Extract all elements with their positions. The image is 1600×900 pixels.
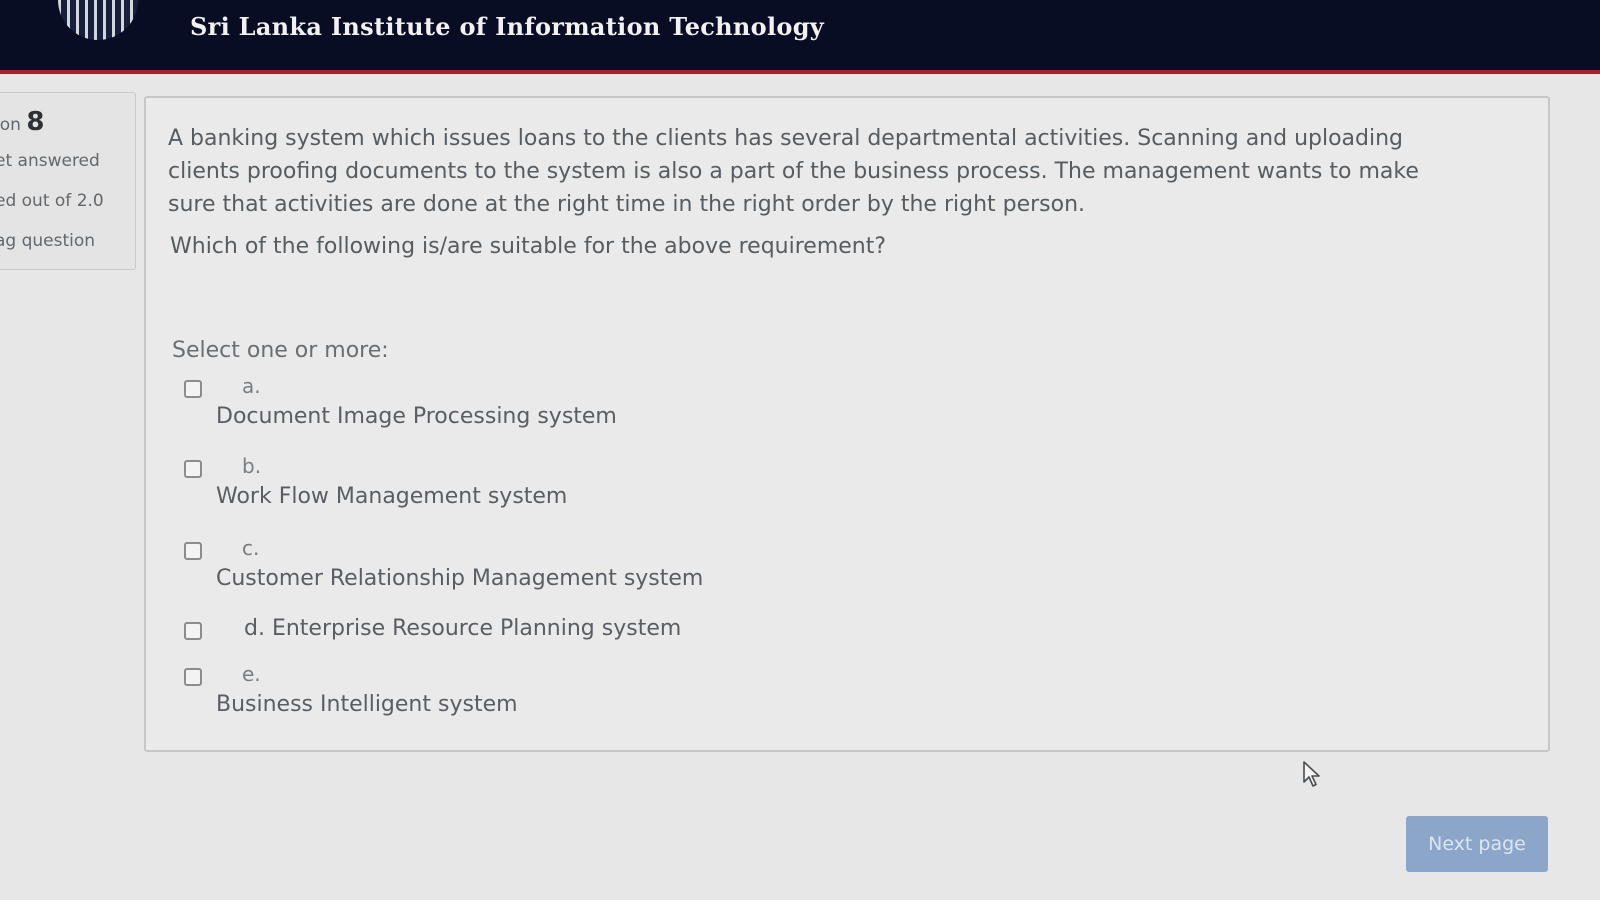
question-panel: A banking system which issues loans to t… [144,96,1550,752]
site-title: Sri Lanka Institute of Information Techn… [190,12,825,41]
checkbox-b[interactable] [184,460,202,478]
option-text-e[interactable]: Business Intelligent system [216,692,518,717]
checkbox-d[interactable] [184,622,202,640]
option-letter-a: a. [242,374,261,398]
checkbox-a[interactable] [184,380,202,398]
option-letter-e: e. [242,662,261,686]
checkbox-c[interactable] [184,542,202,560]
question-body: A banking system which issues loans to t… [168,126,1419,217]
mouse-pointer-icon [1303,761,1320,787]
question-info-panel: ion 8 et answered ed out of 2.0 ag quest… [0,92,136,270]
option-letter-c: c. [242,536,260,560]
option-letter-b: b. [242,454,262,478]
question-number: ion 8 [0,107,44,137]
question-number-prefix: ion [0,115,21,135]
question-marks: ed out of 2.0 [0,191,104,211]
next-page-button[interactable]: Next page [1406,816,1548,872]
option-text-c[interactable]: Customer Relationship Management system [216,566,703,591]
globe-grid-logo [58,0,138,40]
option-text-b[interactable]: Work Flow Management system [216,484,567,509]
question-text: A banking system which issues loans to t… [168,122,1468,221]
question-number-value: 8 [26,107,45,137]
site-header: Sri Lanka Institute of Information Techn… [0,0,1600,74]
question-prompt: Which of the following is/are suitable f… [170,234,887,259]
flag-question-link[interactable]: ag question [0,231,95,251]
answer-status: et answered [0,151,100,171]
select-instruction: Select one or more: [172,338,389,363]
option-text-d[interactable]: d. Enterprise Resource Planning system [244,616,681,641]
option-text-a[interactable]: Document Image Processing system [216,404,617,429]
checkbox-e[interactable] [184,668,202,686]
